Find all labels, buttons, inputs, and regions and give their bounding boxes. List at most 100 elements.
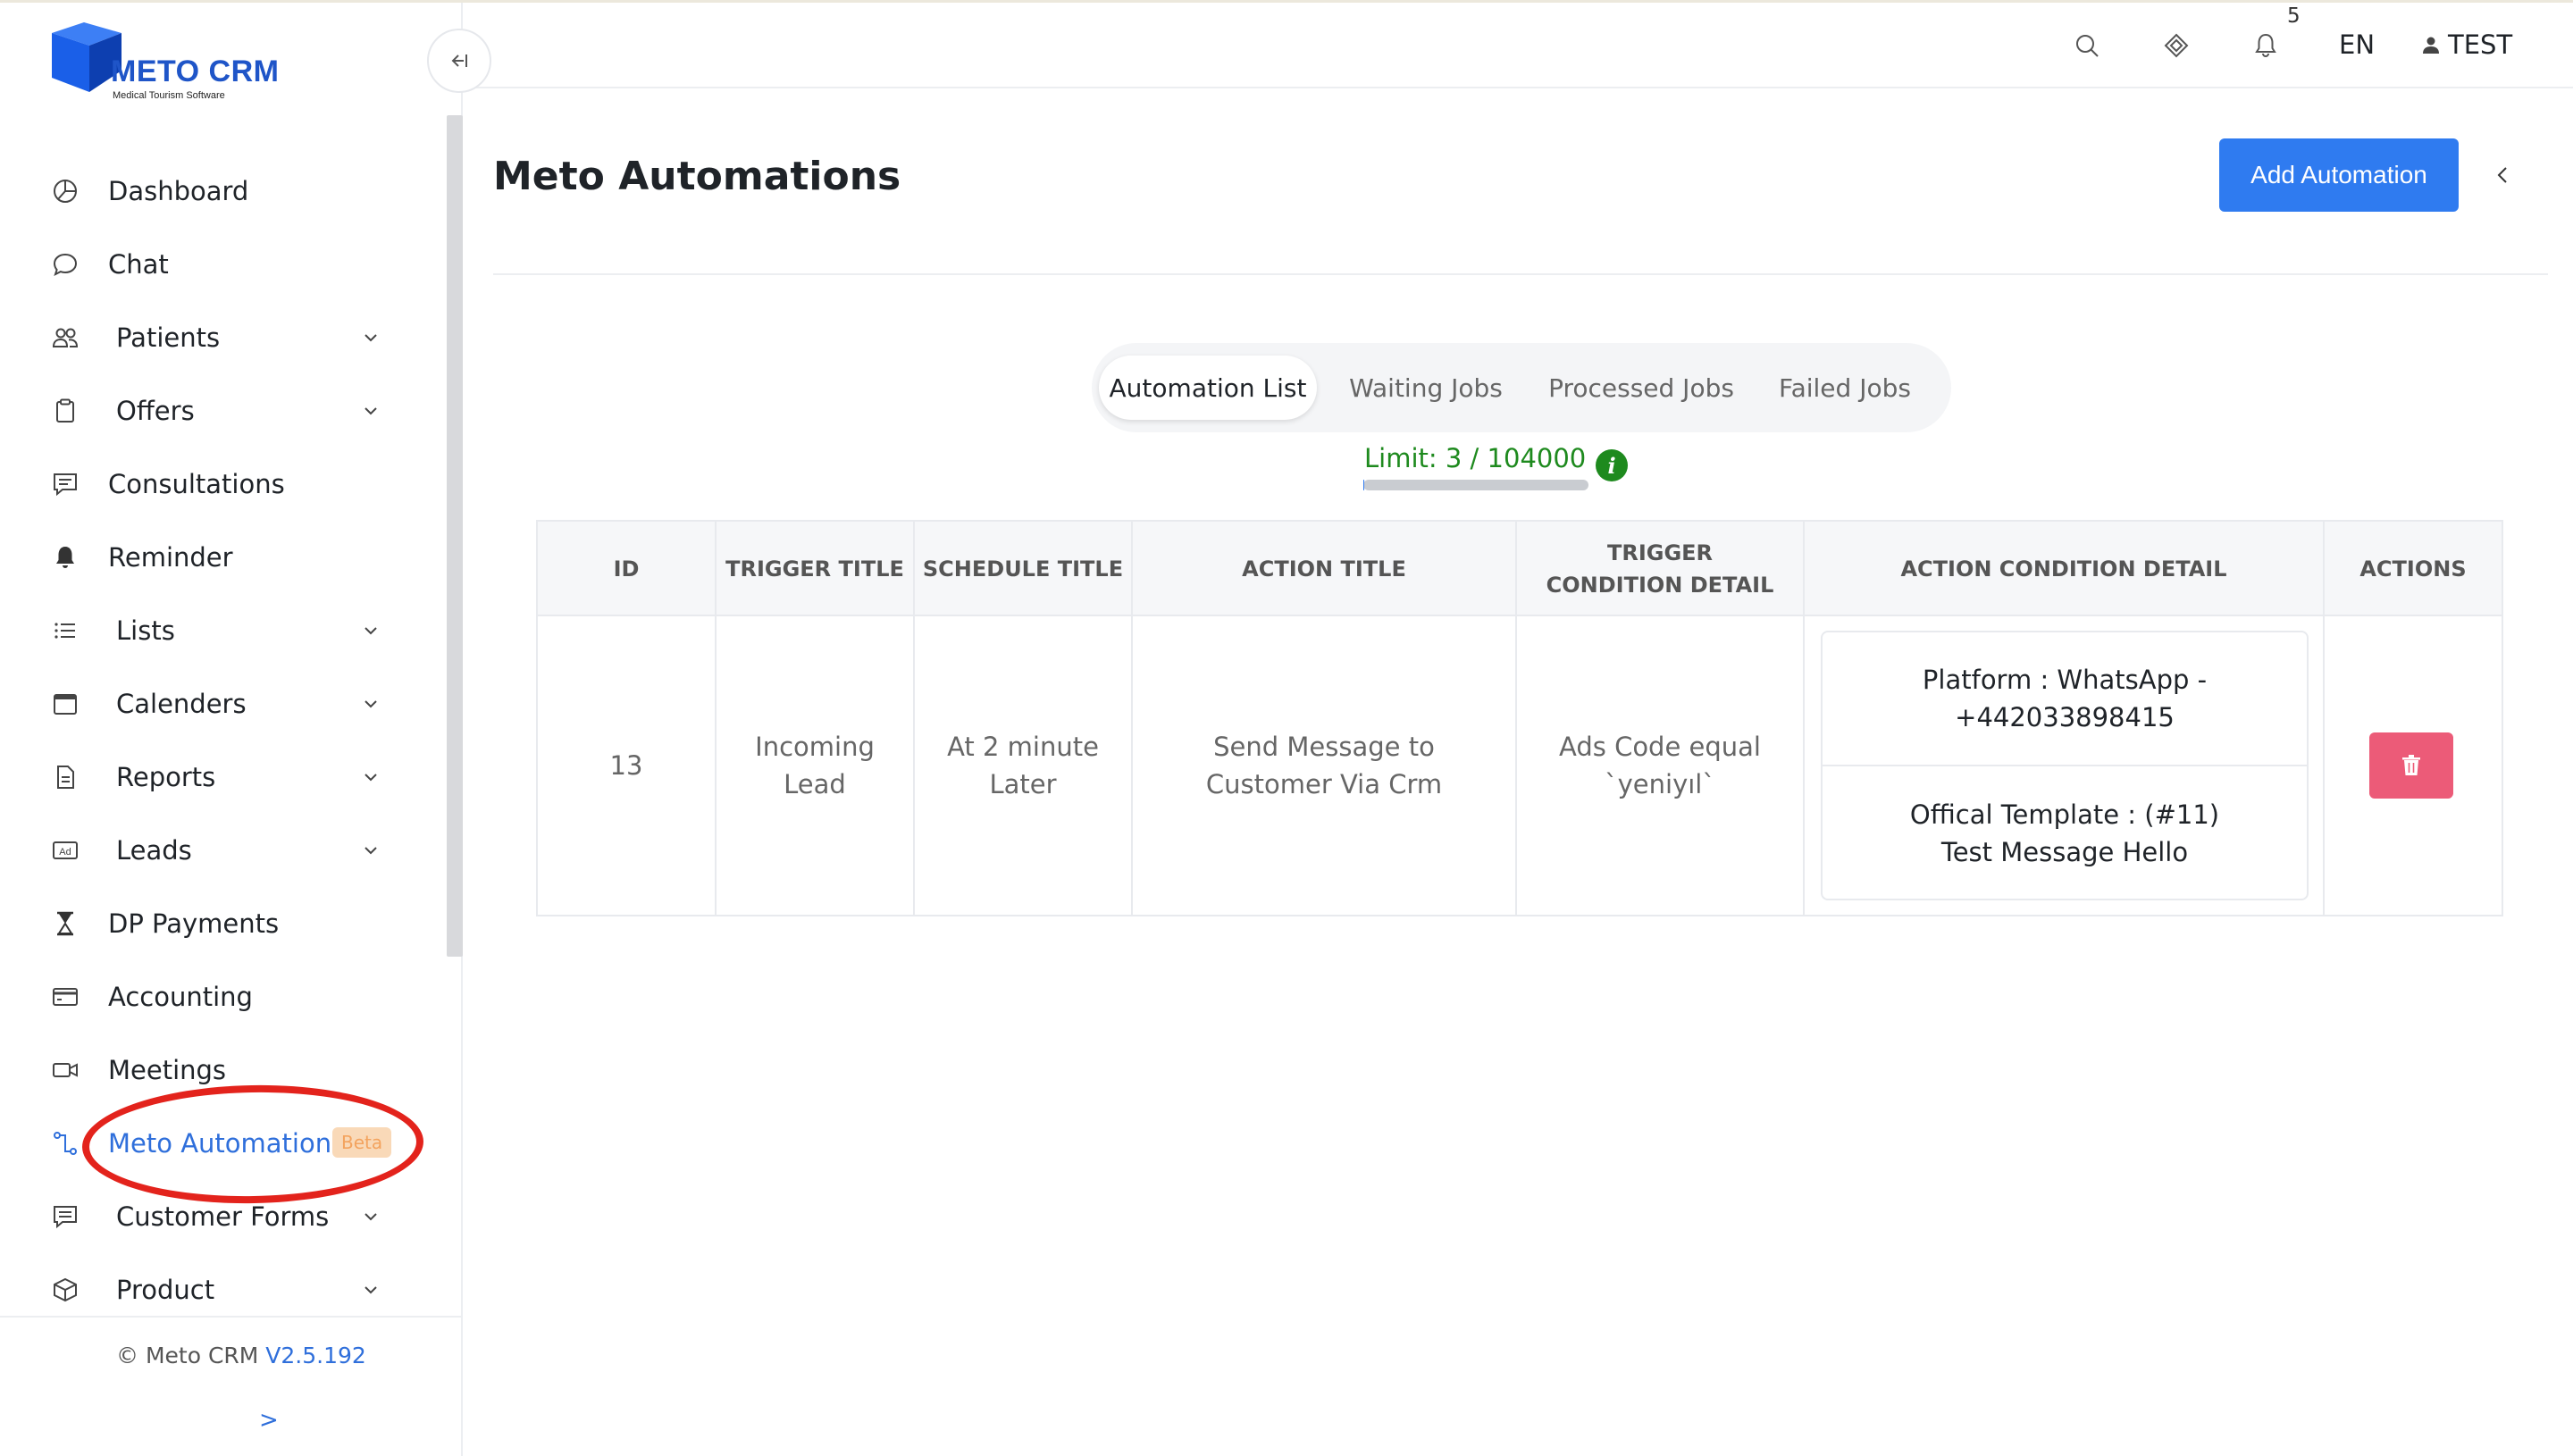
column-header-trigger-condition-detail[interactable]: TRIGGER CONDITION DETAIL (1517, 522, 1805, 616)
column-header-action-title[interactable]: ACTION TITLE (1133, 522, 1517, 616)
tab-waiting-jobs[interactable]: Waiting Jobs (1329, 356, 1522, 420)
cell-trigger-title: Incoming Lead (717, 616, 915, 915)
sidebar-item-reports[interactable]: Reports (0, 741, 420, 814)
logo[interactable]: METO CRM Medical Tourism Software (48, 17, 316, 106)
column-header-id[interactable]: ID (538, 522, 717, 616)
sidebar-item-consultations[interactable]: Consultations (0, 448, 420, 521)
chevron-down-icon (359, 326, 382, 349)
sidebar-item-label: Offers (116, 396, 195, 426)
sidebar-item-offers[interactable]: Offers (0, 374, 420, 448)
sidebar-item-label: Product (116, 1275, 215, 1305)
ad-icon: Ad (50, 835, 80, 866)
svg-text:Ad: Ad (59, 847, 71, 858)
patients-icon (50, 322, 80, 353)
sidebar-item-label: Lists (116, 615, 175, 646)
calendar-icon (50, 689, 80, 719)
table-header: ID TRIGGER TITLE SCHEDULE TITLE ACTION T… (538, 522, 2502, 616)
column-header-schedule-title[interactable]: SCHEDULE TITLE (915, 522, 1133, 616)
sidebar-item-label: Dashboard (108, 176, 249, 206)
automations-table: ID TRIGGER TITLE SCHEDULE TITLE ACTION T… (536, 520, 2503, 916)
divider (493, 273, 2548, 275)
sidebar-footer: © Meto CRM V2.5.192 > (0, 1316, 461, 1456)
condition-platform: Platform : WhatsApp - +442033898415 (1922, 665, 2208, 732)
collapse-sidebar-button[interactable] (427, 29, 491, 93)
consultations-icon (50, 469, 80, 499)
chevron-down-icon (359, 1278, 382, 1301)
version-label: V2.5.192 (265, 1343, 366, 1368)
notification-bell-icon[interactable] (2248, 28, 2284, 63)
column-header-action-condition-detail[interactable]: ACTION CONDITION DETAIL (1805, 522, 2325, 616)
column-header-trigger-title[interactable]: TRIGGER TITLE (717, 522, 915, 616)
action-condition-card: Platform : WhatsApp - +442033898415 Offi… (1821, 631, 2309, 900)
logo-subtitle: Medical Tourism Software (113, 90, 225, 101)
sidebar-item-lists[interactable]: Lists (0, 594, 420, 667)
delete-button[interactable] (2369, 732, 2453, 799)
dashboard-icon (50, 176, 80, 206)
cell-schedule-title: At 2 minute Later (915, 616, 1133, 915)
cell-trigger-condition-detail: Ads Code equal `yeniyıl` (1517, 616, 1805, 915)
copyright-text: © Meto CRM (116, 1343, 259, 1368)
credit-card-icon (50, 982, 80, 1012)
trash-icon (2402, 755, 2420, 775)
chevron-down-icon (359, 1205, 382, 1228)
tab-automation-list[interactable]: Automation List (1099, 356, 1317, 420)
sidebar-item-chat[interactable]: Chat (0, 228, 420, 301)
sidebar-item-leads[interactable]: Ad Leads (0, 814, 420, 887)
sidebar-item-label: DP Payments (108, 908, 280, 939)
page-title: Meto Automations (493, 154, 901, 199)
sidebar-item-label: Chat (108, 249, 169, 280)
tab-processed-jobs[interactable]: Processed Jobs (1535, 356, 1747, 420)
chevron-down-icon (359, 766, 382, 789)
sidebar-item-reminder[interactable]: Reminder (0, 521, 420, 594)
logo-text: METO CRM (111, 54, 280, 88)
expand-arrow-icon[interactable]: > (259, 1407, 279, 1434)
sidebar-item-dashboard[interactable]: Dashboard (0, 155, 420, 228)
limit-progress-bar (1363, 480, 1588, 490)
language-selector[interactable]: EN (2339, 29, 2375, 60)
tab-failed-jobs[interactable]: Failed Jobs (1760, 356, 1930, 420)
sidebar-scrollbar[interactable] (447, 115, 463, 957)
chevron-down-icon (359, 399, 382, 423)
cell-id: 13 (538, 616, 717, 915)
chevron-down-icon (359, 692, 382, 715)
column-header-actions: ACTIONS (2359, 556, 2467, 582)
sidebar-item-label: Reminder (108, 542, 233, 573)
sidebar-item-dp-payments[interactable]: DP Payments (0, 887, 420, 960)
clipboard-icon (50, 396, 80, 426)
limit-progress-fill (1363, 480, 1364, 490)
diamond-icon[interactable] (2158, 28, 2194, 63)
info-icon[interactable]: i (1596, 449, 1628, 481)
chevron-down-icon (359, 839, 382, 862)
box-icon (50, 1275, 80, 1305)
sidebar-item-patients[interactable]: Patients (0, 301, 420, 374)
condition-template: Offical Template : (#11) Test Message He… (1909, 799, 2220, 867)
video-icon (50, 1055, 80, 1085)
list-icon (50, 615, 80, 646)
tab-bar: Automation List Waiting Jobs Processed J… (1092, 343, 1951, 432)
sidebar-item-label: Customer Forms (116, 1201, 330, 1232)
copyright: © Meto CRM V2.5.192 (116, 1343, 366, 1368)
sidebar-item-label: Leads (116, 835, 192, 866)
top-bar: 5 EN TEST (465, 3, 2573, 88)
search-icon[interactable] (2069, 28, 2105, 63)
sidebar-item-calenders[interactable]: Calenders (0, 667, 420, 741)
notification-count: 5 (2287, 4, 2301, 28)
sidebar-item-label: Calenders (116, 689, 247, 719)
add-automation-button[interactable]: Add Automation (2219, 138, 2459, 212)
sidebar-item-label: Patients (116, 322, 221, 353)
chevron-left-icon[interactable] (2489, 157, 2516, 193)
sidebar-item-label: Meetings (108, 1055, 227, 1085)
limit-text: Limit: 3 / 104000 (1364, 443, 1587, 473)
hourglass-icon (50, 908, 80, 939)
sidebar-item-accounting[interactable]: Accounting (0, 960, 420, 1033)
chevron-down-icon (359, 619, 382, 642)
form-icon (50, 1201, 80, 1232)
collapse-left-icon (451, 54, 467, 67)
sidebar-item-label: Consultations (108, 469, 285, 499)
automation-icon (50, 1128, 80, 1159)
report-icon (50, 762, 80, 792)
cell-action-title: Send Message to Customer Via Crm (1133, 616, 1517, 915)
user-menu[interactable]: TEST (2421, 29, 2512, 60)
sidebar-item-label: Accounting (108, 982, 253, 1012)
sidebar-item-label: Reports (116, 762, 216, 792)
